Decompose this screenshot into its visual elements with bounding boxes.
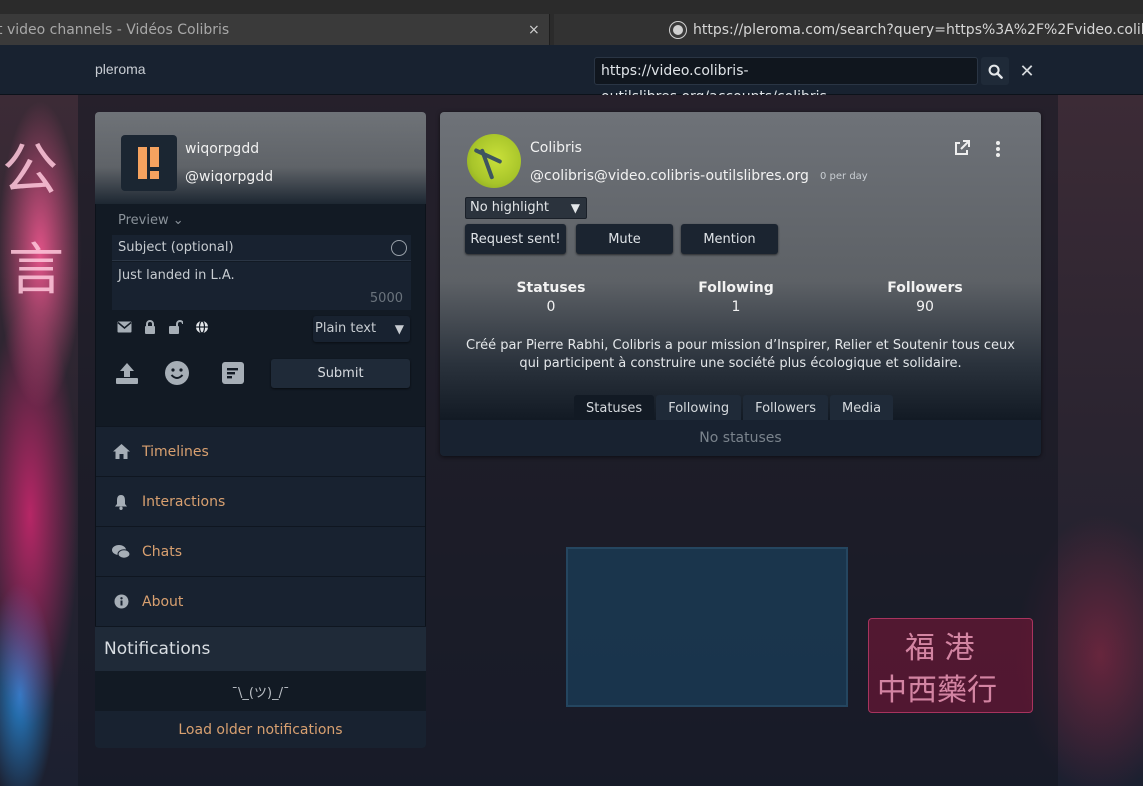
preview-toggle[interactable]: Preview ⌄ [118, 213, 184, 228]
format-select[interactable]: Plain text ▼ [313, 316, 410, 342]
private-lock-icon[interactable] [142, 320, 158, 334]
browser-tab-pleroma[interactable]: https://pleroma.com/search?query=https%3… [554, 14, 1143, 45]
load-older-notifications[interactable]: Load older notifications [95, 711, 426, 748]
subject-placeholder: Subject (optional) [118, 240, 234, 255]
neon-sign-left: 公 言 [2, 138, 64, 303]
post-rate: 0 per day [820, 171, 868, 182]
stat-label: Following [698, 280, 774, 296]
unlisted-lock-open-icon[interactable] [168, 320, 184, 334]
user-handle[interactable]: @wiqorpgdd [185, 169, 273, 185]
post-composer: Preview ⌄ Subject (optional) Just landed… [95, 204, 426, 426]
tab-statuses[interactable]: Statuses [574, 395, 655, 421]
profile-header: Colibris @colibris@video.colibris-outils… [440, 112, 1041, 421]
browser-tab-peertube[interactable]: t video channels - Vidéos Colibris × [0, 14, 550, 45]
bell-icon [112, 493, 130, 511]
more-options-icon[interactable] [989, 141, 1007, 157]
stat-statuses[interactable]: Statuses 0 [471, 280, 631, 315]
profile-name: Colibris [530, 140, 582, 156]
notifications-header: Notifications [95, 626, 426, 671]
favicon-icon [669, 20, 687, 39]
upload-icon[interactable] [113, 359, 141, 387]
nav-item-interactions[interactable]: Interactions [96, 476, 425, 526]
subject-field[interactable]: Subject (optional) [112, 235, 411, 261]
blue-billboard [566, 547, 848, 707]
nav-label: Timelines [142, 443, 209, 460]
info-icon [112, 593, 130, 611]
emoji-picker-icon[interactable] [391, 240, 407, 256]
mention-button[interactable]: Mention [681, 224, 778, 254]
tab-media[interactable]: Media [830, 395, 894, 421]
stat-value: 90 [916, 299, 934, 315]
profile-avatar[interactable] [467, 134, 521, 188]
nav-item-timelines[interactable]: Timelines [96, 426, 425, 476]
close-search-icon[interactable]: ✕ [1017, 57, 1037, 85]
character-counter: 5000 [369, 291, 403, 306]
tab-title: t video channels - Vidéos Colibris [0, 21, 230, 38]
chat-bubbles-icon [112, 543, 130, 561]
neon-sign-right: 福 港 中西藥行 [868, 618, 1033, 713]
search-input[interactable]: https://video.colibris-outilslibres.org/… [594, 57, 978, 105]
search-icon [988, 64, 1003, 79]
browser-tab-strip: t video channels - Vidéos Colibris × htt… [0, 0, 1143, 45]
search-button[interactable] [981, 57, 1009, 85]
highlight-value: No highlight [470, 200, 549, 215]
stat-value: 0 [546, 299, 556, 315]
public-globe-icon[interactable] [194, 320, 210, 334]
status-text: Just landed in L.A. [118, 268, 235, 283]
notifications-empty: ¯\_(ツ)_/¯ [95, 671, 426, 711]
format-value: Plain text [315, 321, 377, 336]
chevron-down-icon: ▼ [394, 322, 404, 336]
home-icon [112, 443, 130, 461]
stat-value: 1 [731, 299, 741, 315]
tab-url: https://pleroma.com/search?query=https%3… [693, 21, 1143, 38]
stat-following[interactable]: Following 1 [656, 280, 816, 315]
status-textarea[interactable]: Just landed in L.A. 5000 [112, 262, 411, 310]
visibility-scope-row [116, 320, 210, 334]
tab-close-icon[interactable]: × [528, 22, 540, 38]
user-name[interactable]: wiqorpgdd [185, 141, 259, 157]
left-sidebar: wiqorpgdd @wiqorpgdd Preview ⌄ Subject (… [95, 112, 426, 748]
composer-actions: Submit [113, 359, 413, 389]
nav-item-chats[interactable]: Chats [96, 526, 425, 576]
user-avatar[interactable] [121, 135, 177, 191]
nav-label: About [142, 593, 184, 610]
no-statuses-message: No statuses [440, 420, 1041, 456]
site-brand[interactable]: pleroma [95, 61, 146, 77]
emoji-icon[interactable] [163, 359, 191, 387]
tab-following[interactable]: Following [656, 395, 742, 421]
request-sent-button[interactable]: Request sent! [465, 224, 566, 254]
chevron-down-icon: ▼ [570, 201, 580, 215]
top-navbar: pleroma https://video.colibris-outilslib… [0, 45, 1143, 105]
highlight-select[interactable]: No highlight ▼ [465, 197, 587, 219]
external-link-icon[interactable] [954, 140, 970, 156]
submit-button[interactable]: Submit [271, 359, 410, 388]
nav-label: Chats [142, 543, 183, 560]
stat-followers[interactable]: Followers 90 [845, 280, 1005, 315]
sidebar-nav: Timelines Interactions Chats About [95, 426, 426, 626]
profile-handle[interactable]: @colibris@video.colibris-outilslibres.or… [530, 168, 809, 184]
direct-message-icon[interactable] [116, 320, 132, 334]
profile-bio: Créé par Pierre Rabhi, Colibris a pour m… [466, 338, 1015, 371]
nav-label: Interactions [142, 493, 226, 510]
profile-card: Colibris @colibris@video.colibris-outils… [440, 112, 1041, 456]
stat-label: Followers [887, 280, 963, 296]
user-card: wiqorpgdd @wiqorpgdd [95, 112, 426, 204]
mute-button[interactable]: Mute [576, 224, 673, 254]
nav-item-about[interactable]: About [96, 576, 425, 626]
stat-label: Statuses [516, 280, 586, 296]
poll-icon[interactable] [219, 359, 247, 387]
tab-followers[interactable]: Followers [743, 395, 828, 421]
profile-tabs: Statuses Following Followers Media [574, 395, 894, 421]
